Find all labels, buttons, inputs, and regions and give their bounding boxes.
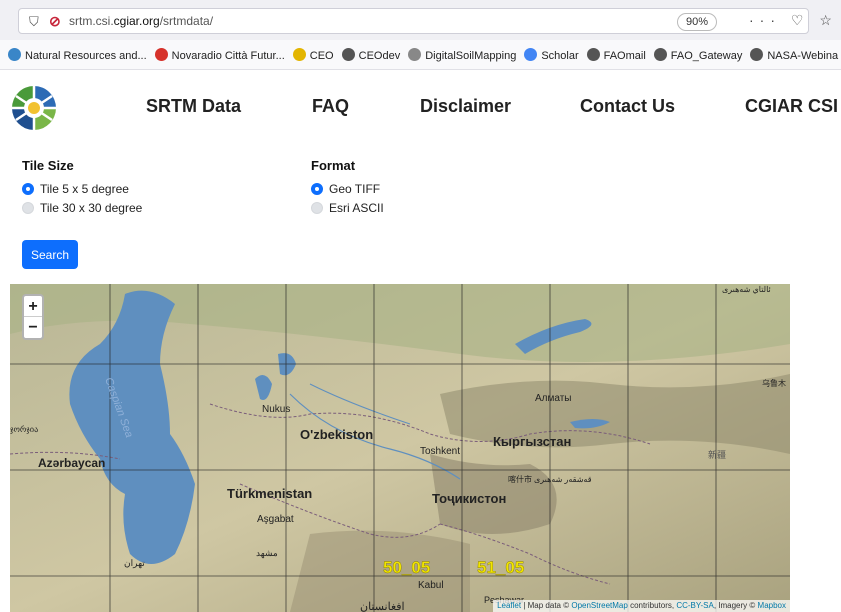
- openstreetmap-link[interactable]: OpenStreetMap: [571, 601, 627, 610]
- bookmark-item[interactable]: Novaradio Città Futur...: [154, 48, 285, 62]
- search-button[interactable]: Search: [22, 240, 78, 269]
- bookmark-item[interactable]: FAO_Gateway: [653, 48, 743, 62]
- map-label-tehran: تهران: [124, 558, 145, 569]
- format-esri-ascii-radio[interactable]: Esri ASCII: [311, 201, 384, 215]
- bookmark-label: CEO: [309, 50, 334, 62]
- map-label-nukus: Nukus: [262, 404, 290, 415]
- bookmark-label: NASA-Webina: [767, 50, 839, 62]
- bookmark-label: Scholar: [541, 50, 579, 62]
- map-label-almaty: Алматы: [535, 393, 572, 404]
- tile-label-50-05[interactable]: 50_05: [383, 558, 431, 577]
- map-attribution: Leaflet | Map data © OpenStreetMap contr…: [493, 600, 790, 612]
- tile-label-51-05[interactable]: 51_05: [477, 558, 525, 577]
- bookmark-star-icon[interactable]: ☆: [819, 12, 838, 28]
- nav-srtm-data[interactable]: SRTM Data: [146, 96, 241, 117]
- bookmark-item[interactable]: Scholar: [524, 48, 579, 62]
- radio-icon: [154, 48, 168, 61]
- bookmark-label: FAO_Gateway: [670, 50, 743, 62]
- map-label-turkmenistan: Türkmenistan: [227, 486, 312, 501]
- map-canvas[interactable]: Nukus O'zbekiston Toshkent Кыргызстан Ал…: [10, 284, 790, 612]
- map-label-tashkent: Toshkent: [420, 446, 460, 457]
- zoom-out-button[interactable]: −: [24, 317, 42, 338]
- nav-contact-us[interactable]: Contact Us: [580, 96, 675, 117]
- map-label-georgia: ჯორჯია: [10, 425, 38, 434]
- shield-icon[interactable]: ⛉: [29, 14, 39, 30]
- bookmark-label: Natural Resources and...: [25, 50, 147, 62]
- ceo-icon: [292, 48, 306, 61]
- folder-icon: [408, 48, 422, 61]
- cgiar-globe-logo[interactable]: [10, 84, 58, 132]
- leaf-icon: [8, 48, 21, 61]
- bookmark-label: DigitalSoilMapping: [425, 50, 517, 62]
- cc-by-sa-link[interactable]: CC-BY-SA: [676, 601, 714, 610]
- map-label-ashgabat: Aşgabat: [257, 514, 294, 525]
- bookmark-label: FAOmail: [603, 50, 646, 62]
- radio-unselected-icon[interactable]: [22, 202, 34, 214]
- radio-unselected-icon[interactable]: [311, 202, 323, 214]
- map-label-mashhad: مشهد: [256, 548, 278, 559]
- map-label-uzbekistan: O'zbekiston: [300, 427, 373, 442]
- bookmark-item[interactable]: Natural Resources and...: [8, 48, 147, 62]
- map-label-afghanistan: افغانستان: [360, 601, 405, 612]
- tile-30x30-radio[interactable]: Tile 30 x 30 degree: [22, 201, 142, 215]
- globe-icon: [341, 48, 355, 61]
- bookmark-item[interactable]: NASA-Webina: [750, 48, 838, 62]
- nav-cgiar-csi[interactable]: CGIAR CSI: [745, 96, 838, 117]
- radio-selected-icon[interactable]: [311, 183, 323, 195]
- bookmarks-bar: Natural Resources and... Novaradio Città …: [0, 40, 841, 70]
- globe-icon: [750, 48, 764, 61]
- insecure-lock-icon[interactable]: ⊘: [49, 13, 61, 30]
- browser-toolbar: ⛉ ⊘ srtm.csi.cgiar.org/srtmdata/ 90% ···…: [0, 0, 841, 40]
- bookmark-item[interactable]: CEOdev: [341, 48, 401, 62]
- address-bar[interactable]: ⛉ ⊘ srtm.csi.cgiar.org/srtmdata/ 90% ···…: [18, 8, 832, 34]
- bookmark-item[interactable]: FAOmail: [586, 48, 646, 62]
- tile-map[interactable]: Nukus O'zbekiston Toshkent Кыргызстан Ал…: [10, 284, 790, 612]
- zoom-level-badge[interactable]: 90%: [677, 13, 718, 31]
- globe-icon: [653, 48, 667, 61]
- leaflet-link[interactable]: Leaflet: [497, 601, 521, 610]
- url-text[interactable]: srtm.csi.cgiar.org/srtmdata/: [69, 14, 213, 28]
- mapbox-link[interactable]: Mapbox: [758, 601, 786, 610]
- format-title: Format: [311, 158, 356, 173]
- nav-faq[interactable]: FAQ: [312, 96, 349, 117]
- map-label-tajikistan: Тоҷикистон: [432, 491, 506, 506]
- bookmark-label: CEOdev: [358, 50, 401, 62]
- map-label-azerbaijan: Azərbaycan: [38, 456, 105, 470]
- radio-selected-icon[interactable]: [22, 183, 34, 195]
- nav-disclaimer[interactable]: Disclaimer: [420, 96, 511, 117]
- map-label-kyrgyzstan: Кыргызстан: [493, 434, 571, 449]
- map-label-kabul: Kabul: [418, 580, 444, 591]
- bookmark-label: Novaradio Città Futur...: [171, 50, 285, 62]
- bookmark-item[interactable]: CEO: [292, 48, 334, 62]
- map-label-xinjiang: 新疆: [708, 449, 726, 460]
- site-header: SRTM Data FAQ Disclaimer Contact Us CGIA…: [0, 70, 841, 148]
- map-label-kashgar: 喀什市: [508, 474, 532, 484]
- tile-5x5-radio[interactable]: Tile 5 x 5 degree: [22, 182, 129, 196]
- map-label-urumqi: 乌鲁木: [762, 378, 786, 388]
- search-form: Tile Size Tile 5 x 5 degree Tile 30 x 30…: [0, 148, 841, 278]
- globe-icon: [586, 48, 600, 61]
- scholar-icon: [524, 48, 538, 61]
- map-zoom-control: + −: [22, 294, 44, 340]
- map-label-altay: ئالتاي شەھىرى: [722, 285, 771, 294]
- pocket-icon[interactable]: ♡: [791, 12, 810, 28]
- map-label-kashgar-uyghur: قەشقەر شەھىرى: [534, 475, 592, 484]
- tile-size-title: Tile Size: [22, 158, 74, 173]
- bookmark-item[interactable]: DigitalSoilMapping: [408, 48, 516, 62]
- zoom-in-button[interactable]: +: [24, 296, 42, 317]
- more-actions-icon[interactable]: ···: [749, 12, 781, 28]
- format-geotiff-radio[interactable]: Geo TIFF: [311, 182, 380, 196]
